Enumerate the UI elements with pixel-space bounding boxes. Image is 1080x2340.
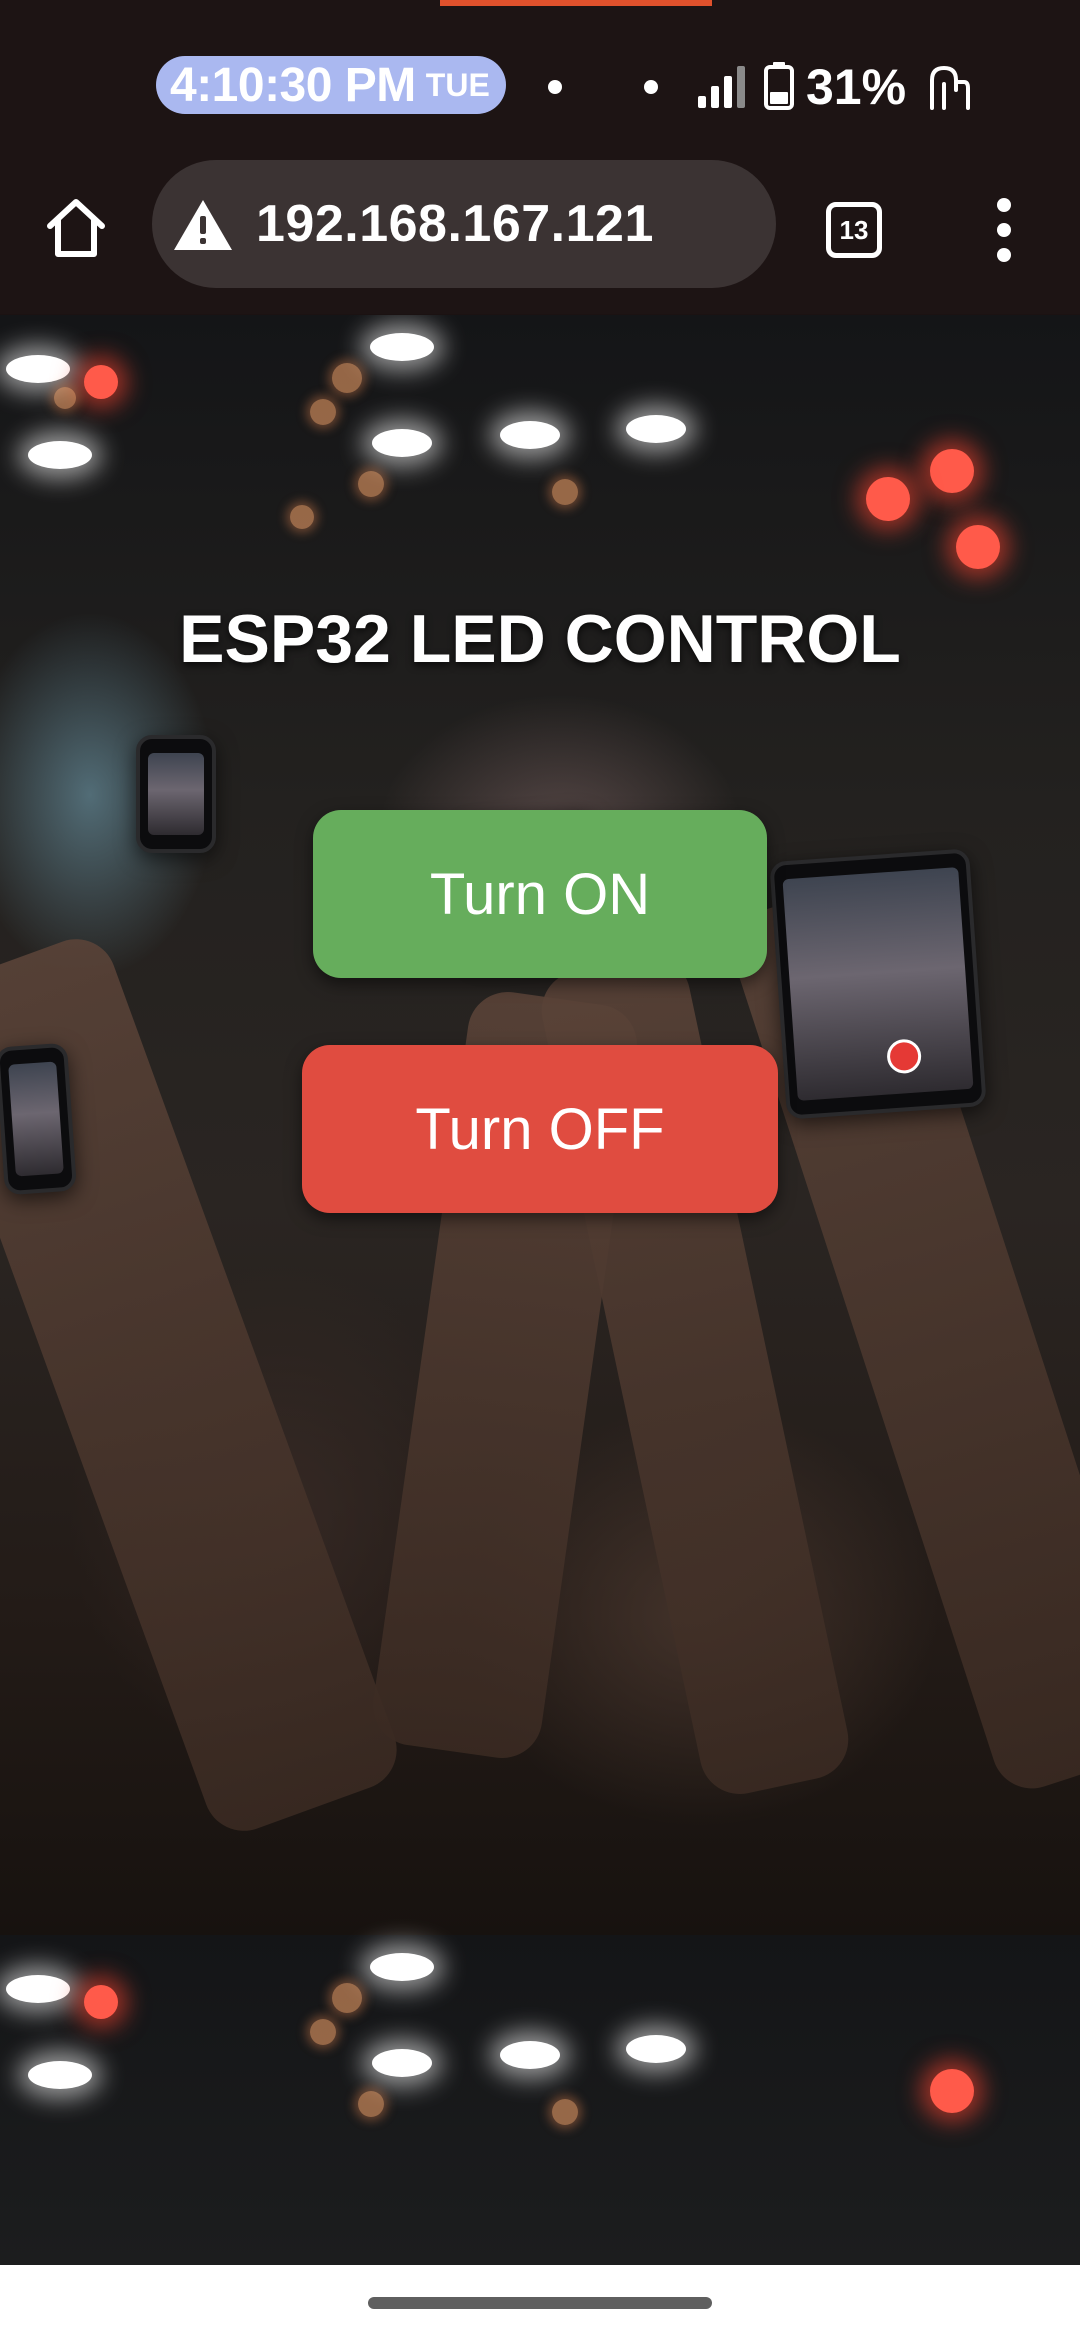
notification-dot-icon (644, 80, 658, 94)
stage-light-red (866, 477, 910, 521)
stage-light (370, 333, 434, 361)
turn-on-button[interactable]: Turn ON (313, 810, 767, 978)
stage-light (372, 2049, 432, 2077)
bokeh-light (332, 363, 362, 393)
stage-light (28, 2061, 92, 2089)
tabs-button[interactable]: 13 (820, 196, 884, 260)
bokeh-light (290, 505, 314, 529)
stage-light (370, 1953, 434, 1981)
status-day: TUE (425, 66, 490, 103)
page-title: ESP32 LED CONTROL (179, 601, 901, 677)
navigation-bar (0, 2265, 1080, 2340)
more-vert-icon[interactable] (984, 198, 1024, 262)
stage-light (500, 2041, 560, 2069)
screen: 4:10:30 PM TUE 31% 192.168.167.121 13 ES… (0, 0, 1080, 2340)
stage-light-red (84, 365, 118, 399)
bokeh-light (552, 2099, 578, 2125)
bokeh-light (358, 471, 384, 497)
bokeh-light (552, 479, 578, 505)
url-bar[interactable]: 192.168.167.121 (152, 160, 776, 288)
battery-icon (764, 62, 794, 110)
notification-dot-icon (548, 80, 562, 94)
bokeh-light (310, 2019, 336, 2045)
crowd-phone (769, 848, 987, 1120)
stage-light-red (84, 1985, 118, 2019)
tab-count: 13 (839, 214, 869, 245)
stage-light-red (930, 2069, 974, 2113)
stage-light (6, 1975, 70, 2003)
bokeh-light (310, 399, 336, 425)
bokeh-light (358, 2091, 384, 2117)
status-time: 4:10:30 PM (170, 58, 416, 112)
time-pill[interactable]: 4:10:30 PM TUE (156, 56, 506, 114)
crowd-phone (136, 735, 216, 853)
url-text[interactable]: 192.168.167.121 (256, 194, 654, 254)
bokeh-light (332, 1983, 362, 2013)
hand-icon (930, 66, 970, 110)
stage-light (28, 441, 92, 469)
crowd-phone (0, 1042, 78, 1196)
background-photo-repeat (0, 1935, 1080, 2265)
turn-off-button[interactable]: Turn OFF (302, 1045, 778, 1213)
stage-light (626, 415, 686, 443)
stage-light (500, 421, 560, 449)
signal-icon (698, 66, 745, 108)
status-bar: 4:10:30 PM TUE 31% (0, 0, 1080, 160)
stage-light (372, 429, 432, 457)
top-accent-bar (440, 0, 712, 6)
menu-dot (997, 223, 1011, 237)
stage-light-red (956, 525, 1000, 569)
web-content: ESP32 LED CONTROL Turn ON Turn OFF (0, 315, 1080, 2265)
home-icon[interactable] (40, 192, 112, 264)
browser-toolbar: 192.168.167.121 13 (0, 160, 1080, 475)
stage-light-red (930, 449, 974, 493)
stage-light (6, 355, 70, 383)
stage-light (626, 2035, 686, 2063)
tabs-icon: 13 (826, 202, 882, 258)
bokeh-light (54, 387, 76, 409)
gesture-handle[interactable] (368, 2297, 712, 2309)
warning-icon[interactable] (172, 198, 234, 252)
battery-percent: 31% (806, 59, 907, 115)
menu-dot (997, 248, 1011, 262)
menu-dot (997, 198, 1011, 212)
